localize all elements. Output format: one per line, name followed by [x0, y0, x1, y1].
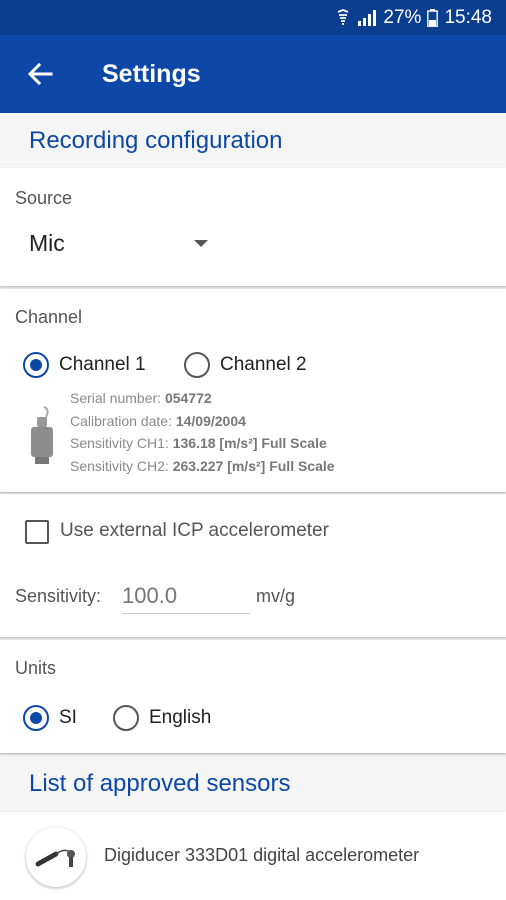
serial-value: 054772 — [164, 390, 212, 406]
sensitivity-input[interactable] — [122, 578, 250, 614]
sensor-name: Digiducer 333D01 digital accelerometer — [104, 845, 420, 865]
dropdown-arrow-icon — [194, 240, 208, 247]
radio-units-si[interactable]: SI — [23, 705, 77, 731]
radio-channel-1-label: Channel 1 — [59, 354, 146, 375]
battery-percent: 27% — [383, 6, 422, 28]
radio-units-english-label: English — [149, 707, 212, 728]
source-dropdown[interactable]: Mic — [29, 226, 219, 260]
external-icp-checkbox[interactable] — [25, 520, 49, 544]
sensitivity-ch1-row: Sensitivity CH1: 136.18 [m/s²] Full Scal… — [70, 432, 335, 455]
units-card: Units SI English — [0, 640, 506, 753]
sensitivity-ch2-label: Sensitivity CH2: — [70, 457, 169, 474]
sensitivity-ch2-value: 263.227 [m/s²] Full Scale — [172, 457, 335, 474]
sensitivity-ch1-label: Sensitivity CH1: — [70, 435, 169, 451]
units-label: Units — [15, 658, 57, 678]
sensor-device-icon — [31, 406, 53, 464]
source-value: Mic — [29, 229, 65, 256]
calibration-row: Calibration date: 14/09/2004 — [70, 410, 335, 433]
radio-units-si-label: SI — [59, 707, 77, 728]
radio-channel-1[interactable]: Channel 1 — [23, 352, 146, 378]
radio-channel-2[interactable]: Channel 2 — [184, 352, 307, 378]
calibration-value: 14/09/2004 — [175, 412, 246, 429]
source-card: Source Mic — [0, 168, 506, 286]
radio-unchecked-icon — [113, 705, 139, 731]
source-label: Source — [15, 188, 73, 208]
back-button[interactable] — [20, 54, 60, 94]
approved-sensors-list: Digiducer 333D01 digital accelerometer — [0, 812, 506, 900]
sensor-info: Serial number: 054772 Calibration date: … — [70, 387, 335, 477]
battery-icon — [427, 8, 439, 27]
sensitivity-unit: mv/g — [256, 586, 296, 606]
sensitivity-ch1-value: 136.18 [m/s²] Full Scale — [172, 435, 327, 451]
accelerometer-icon — [26, 827, 86, 887]
arrow-back-icon — [27, 62, 53, 86]
section-header-approved: List of approved sensors — [0, 756, 506, 812]
radio-units-english[interactable]: English — [113, 705, 211, 731]
radio-checked-icon — [23, 352, 49, 378]
alarm-icon — [335, 8, 351, 27]
channel-label: Channel — [15, 307, 83, 327]
signal-icon — [357, 9, 377, 27]
app-bar: Settings — [0, 35, 506, 113]
serial-row: Serial number: 054772 — [70, 387, 335, 410]
serial-label: Serial number: — [70, 390, 162, 406]
radio-channel-2-label: Channel 2 — [220, 354, 307, 375]
sensitivity-ch2-row: Sensitivity CH2: 263.227 [m/s²] Full Sca… — [70, 455, 335, 478]
channel-card: Channel Channel 1 Channel 2 Serial numbe… — [0, 289, 506, 492]
clock: 15:48 — [444, 6, 492, 28]
sensitivity-label: Sensitivity: — [15, 586, 102, 606]
radio-checked-icon — [23, 705, 49, 731]
calibration-label: Calibration date: — [70, 412, 172, 429]
external-icp-card: Use external ICP accelerometer Sensitivi… — [0, 494, 506, 637]
radio-unchecked-icon — [184, 352, 210, 378]
page-title: Settings — [102, 59, 201, 88]
external-icp-label: Use external ICP accelerometer — [60, 520, 329, 541]
list-item[interactable]: Digiducer 333D01 digital accelerometer — [0, 812, 506, 898]
status-bar: 27% 15:48 — [0, 0, 506, 35]
section-header-recording: Recording configuration — [0, 113, 506, 168]
